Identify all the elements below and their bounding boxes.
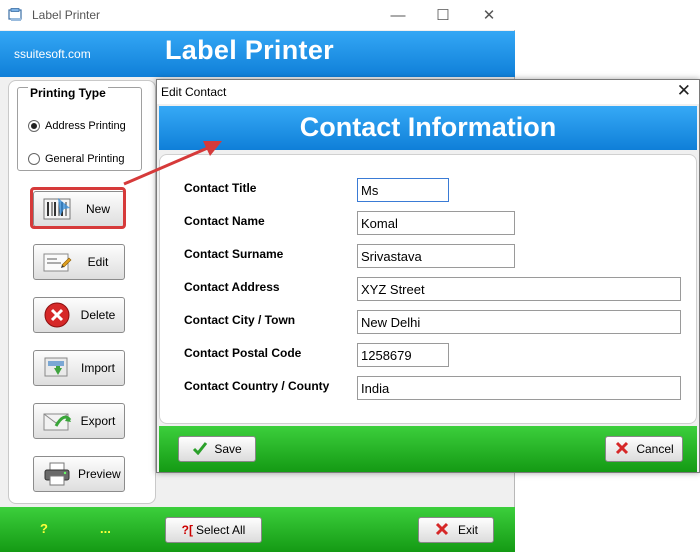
left-panel: Printing Type Address Printing General P… bbox=[8, 80, 156, 504]
printing-type-legend: Printing Type bbox=[28, 86, 108, 100]
new-button-highlight bbox=[30, 187, 126, 229]
more-link[interactable]: ... bbox=[100, 521, 111, 536]
radio-general-printing[interactable]: General Printing bbox=[28, 153, 125, 165]
window-title: Label Printer bbox=[32, 8, 101, 22]
exit-icon bbox=[434, 521, 450, 540]
dialog-banner: Contact Information bbox=[159, 106, 697, 150]
radio-selected-icon[interactable] bbox=[28, 120, 40, 132]
dialog-banner-title: Contact Information bbox=[299, 112, 557, 142]
radio-label: Address Printing bbox=[45, 120, 126, 132]
exit-button[interactable]: Exit bbox=[418, 517, 494, 543]
edit-contact-dialog: Edit Contact ✕ Contact Information Conta… bbox=[156, 79, 700, 473]
delete-label: Delete bbox=[80, 308, 116, 322]
delete-icon bbox=[42, 302, 72, 328]
minimize-button[interactable]: — bbox=[375, 0, 421, 30]
radio-unselected-icon[interactable] bbox=[28, 153, 40, 165]
cancel-button[interactable]: Cancel bbox=[605, 436, 683, 462]
printer-icon bbox=[42, 461, 72, 487]
contact-address-input[interactable]: XYZ Street bbox=[357, 277, 681, 301]
select-all-icon: ?[ bbox=[181, 523, 193, 537]
site-link: ssuitesoft.com bbox=[14, 47, 91, 61]
contact-name-input[interactable]: Komal bbox=[357, 211, 515, 235]
preview-label: Preview bbox=[78, 467, 121, 481]
dialog-title: Edit Contact bbox=[161, 85, 227, 99]
delete-button[interactable]: Delete bbox=[33, 297, 125, 333]
contact-address-label: Contact Address bbox=[184, 280, 280, 294]
exit-label: Exit bbox=[457, 523, 478, 537]
export-button[interactable]: Export bbox=[33, 403, 125, 439]
radio-label: General Printing bbox=[45, 153, 125, 165]
edit-label: Edit bbox=[87, 255, 109, 269]
edit-icon bbox=[42, 249, 72, 275]
radio-address-printing[interactable]: Address Printing bbox=[28, 120, 126, 132]
contact-title-input[interactable]: Ms bbox=[357, 178, 449, 202]
save-label: Save bbox=[214, 442, 242, 456]
import-icon bbox=[42, 355, 72, 381]
help-link[interactable]: ? bbox=[40, 521, 48, 536]
main-footer: ? ... ?[ Select All Exit bbox=[0, 507, 515, 552]
select-all-button[interactable]: ?[ Select All bbox=[165, 517, 262, 543]
title-bar: Label Printer — ☐ ✕ bbox=[0, 0, 515, 30]
contact-form: Contact Title Ms Contact Name Komal Cont… bbox=[159, 154, 697, 424]
import-label: Import bbox=[80, 361, 115, 375]
contact-postal-code-input[interactable]: 1258679 bbox=[357, 343, 449, 367]
printing-type-group: Printing Type Address Printing General P… bbox=[17, 86, 142, 171]
contact-country-input[interactable]: India bbox=[357, 376, 681, 400]
app-icon bbox=[8, 8, 24, 22]
export-label: Export bbox=[80, 414, 116, 428]
contact-city-input[interactable]: New Delhi bbox=[357, 310, 681, 334]
contact-postal-code-label: Contact Postal Code bbox=[184, 346, 302, 360]
contact-name-label: Contact Name bbox=[184, 214, 265, 228]
contact-surname-input[interactable]: Srivastava bbox=[357, 244, 515, 268]
contact-country-label: Contact Country / County bbox=[184, 379, 330, 393]
select-all-label: Select All bbox=[195, 523, 246, 537]
import-button[interactable]: Import bbox=[33, 350, 125, 386]
dialog-footer: Save Cancel bbox=[159, 426, 697, 472]
export-icon bbox=[42, 408, 72, 434]
save-button[interactable]: Save bbox=[178, 436, 256, 462]
contact-city-label: Contact City / Town bbox=[184, 313, 296, 327]
contact-surname-label: Contact Surname bbox=[184, 247, 284, 261]
cancel-icon bbox=[614, 440, 630, 459]
maximize-button[interactable]: ☐ bbox=[420, 0, 466, 30]
banner-title: Label Printer bbox=[165, 35, 334, 65]
dialog-close-button[interactable]: ✕ bbox=[677, 81, 691, 101]
dialog-title-bar: Edit Contact ✕ bbox=[157, 80, 699, 104]
app-banner: ssuitesoft.com Label Printer bbox=[0, 31, 515, 77]
cancel-label: Cancel bbox=[636, 442, 674, 456]
preview-button[interactable]: Preview bbox=[33, 456, 125, 492]
checkmark-icon bbox=[192, 441, 208, 458]
close-button[interactable]: ✕ bbox=[466, 0, 512, 30]
edit-button[interactable]: Edit bbox=[33, 244, 125, 280]
contact-title-label: Contact Title bbox=[184, 181, 257, 195]
